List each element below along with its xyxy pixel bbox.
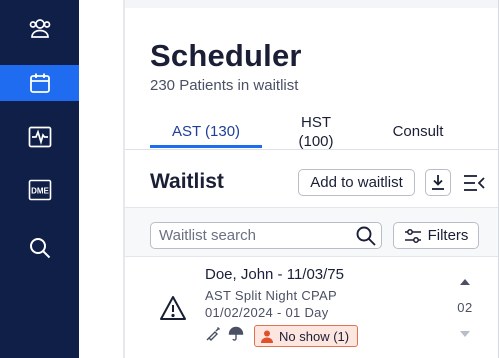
- warning-triangle-icon: [160, 296, 186, 320]
- person-icon: [261, 330, 273, 343]
- filters-label: Filters: [427, 227, 469, 244]
- tab-consult[interactable]: Consult: [378, 122, 458, 141]
- tab-ast[interactable]: AST (130): [150, 122, 262, 141]
- badge-label: No show (1): [279, 328, 350, 344]
- dme-icon-label: DME: [31, 187, 49, 196]
- activity-monitor-icon: [28, 126, 51, 148]
- umbrella-icon: [228, 326, 244, 341]
- add-to-waitlist-button[interactable]: Add to waitlist: [298, 169, 415, 196]
- waitlist-count: 230 Patients in waitlist: [150, 77, 299, 94]
- secondary-gutter: [79, 0, 123, 358]
- search-icon[interactable]: [355, 225, 377, 247]
- waitlist-search-box[interactable]: [150, 222, 382, 249]
- tabs-border: [125, 149, 498, 150]
- study-type: AST Split Night CPAP: [205, 288, 337, 303]
- filter-sliders-icon: [404, 228, 421, 243]
- side-navigation: DME: [0, 0, 79, 358]
- tab-hst-label: HST: [301, 114, 331, 131]
- no-show-badge: No show (1): [254, 325, 358, 347]
- waitlist-heading: Waitlist: [150, 170, 224, 193]
- top-strip: [125, 0, 499, 8]
- patient-name: Doe, John - 11/03/75: [205, 266, 344, 283]
- priority-number: 02: [457, 300, 473, 315]
- dme-icon: DME: [28, 179, 51, 201]
- tab-consult-label: Consult: [392, 123, 444, 140]
- study-dates: 01/02/2024 - 01 Day: [205, 305, 329, 320]
- priority-up-icon[interactable]: [459, 278, 471, 286]
- search-icon: [29, 238, 50, 259]
- active-tab-indicator: [150, 145, 262, 148]
- nav-item-search[interactable]: [0, 230, 79, 266]
- nav-item-scheduler[interactable]: [0, 65, 79, 101]
- download-icon: [432, 175, 444, 190]
- priority-down-icon[interactable]: [459, 330, 471, 338]
- filters-button[interactable]: Filters: [393, 222, 479, 249]
- collapse-panel-icon[interactable]: [462, 173, 486, 193]
- waitlist-search-input[interactable]: [159, 225, 349, 246]
- syringe-icon: [206, 327, 220, 341]
- calendar-icon: [29, 73, 50, 93]
- patients-group-icon: [29, 19, 50, 38]
- nav-item-dme[interactable]: DME: [0, 172, 79, 208]
- nav-item-patients[interactable]: [0, 10, 79, 46]
- tab-hst[interactable]: HST (100): [286, 113, 346, 151]
- page-title: Scheduler: [150, 38, 302, 73]
- download-button[interactable]: [425, 169, 451, 196]
- nav-item-monitoring[interactable]: [0, 119, 79, 155]
- tab-ast-label: AST (130): [171, 123, 241, 140]
